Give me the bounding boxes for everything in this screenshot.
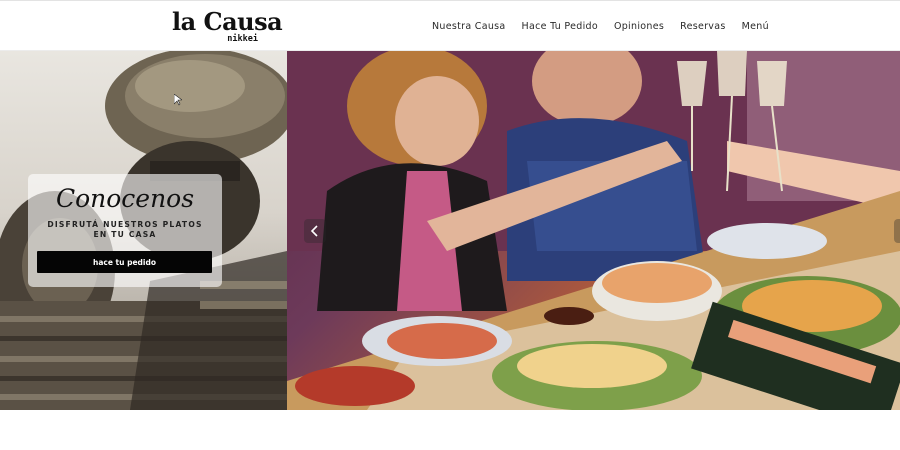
nav-item-reservas[interactable]: Reservas bbox=[680, 21, 726, 32]
hero-image-dining bbox=[287, 51, 900, 410]
logo-wordmark: la Causa bbox=[172, 7, 283, 36]
slider-prev-button[interactable] bbox=[304, 219, 326, 243]
hero-card-subtitle-line1: DISFRUTÁ NUESTROS PLATOS bbox=[47, 220, 203, 229]
nav-item-opiniones[interactable]: Opiniones bbox=[614, 21, 664, 32]
logo-subtitle: nikkei bbox=[227, 34, 258, 44]
hero-section: Conocenos DISFRUTÁ NUESTROS PLATOS EN TU… bbox=[0, 51, 900, 410]
slider-next-button[interactable] bbox=[894, 219, 900, 243]
mouse-cursor-icon bbox=[174, 94, 182, 106]
hero-card: Conocenos DISFRUTÁ NUESTROS PLATOS EN TU… bbox=[28, 174, 222, 287]
hero-card-subtitle: DISFRUTÁ NUESTROS PLATOS EN TU CASA bbox=[28, 220, 222, 240]
nav-item-nuestra-causa[interactable]: Nuestra Causa bbox=[432, 21, 506, 32]
nav-item-menu[interactable]: Menú bbox=[742, 21, 769, 32]
chevron-left-icon bbox=[310, 225, 318, 237]
main-nav: Nuestra Causa Hace Tu Pedido Opiniones R… bbox=[432, 1, 769, 51]
site-header: la Causa nikkei Nuestra Causa Hace Tu Pe… bbox=[0, 0, 900, 51]
site-logo[interactable]: la Causa nikkei bbox=[172, 7, 283, 47]
dining-illustration bbox=[287, 51, 900, 410]
hero-card-title: Conocenos bbox=[55, 184, 195, 213]
order-button[interactable]: hace tu pedido bbox=[37, 251, 212, 273]
nav-item-hace-tu-pedido[interactable]: Hace Tu Pedido bbox=[522, 21, 598, 32]
hero-image-portrait: Conocenos DISFRUTÁ NUESTROS PLATOS EN TU… bbox=[0, 51, 287, 410]
hero-card-subtitle-line2: EN TU CASA bbox=[93, 230, 157, 239]
page-content-area bbox=[0, 410, 900, 450]
